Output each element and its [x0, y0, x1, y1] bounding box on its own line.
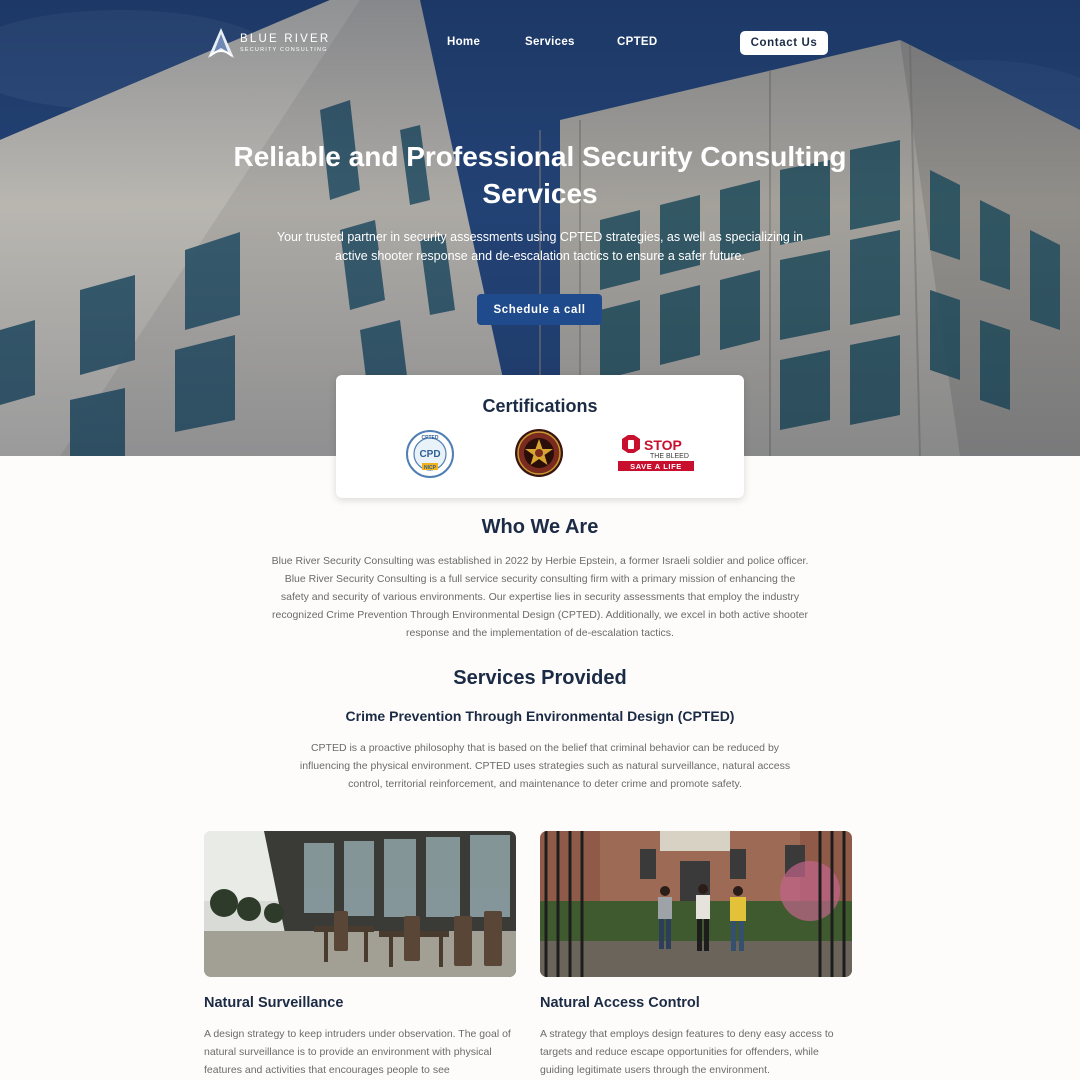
- top-navigation: BLUE RIVER SECURITY CONSULTING Home Serv…: [0, 0, 1080, 86]
- stop-badge-line1: STOP: [644, 437, 682, 453]
- stop-badge-line2: THE BLEED: [650, 453, 689, 460]
- cpted-badge-sub: NICP: [424, 465, 437, 471]
- natural-access-control-image: [540, 831, 852, 977]
- nav-home-link[interactable]: Home: [447, 36, 480, 48]
- logo-subtitle: SECURITY CONSULTING: [240, 46, 328, 53]
- cpted-badge-inner: CPD: [419, 449, 440, 460]
- natural-surveillance-text: A design strategy to keep intruders unde…: [204, 1028, 511, 1076]
- stop-badge-line3: SAVE A LIFE: [630, 462, 682, 471]
- natural-surveillance-title: Natural Surveillance: [204, 995, 344, 1011]
- cpted-description: CPTED is a proactive philosophy that is …: [299, 742, 791, 790]
- logo-mark-icon: [208, 28, 234, 58]
- hero-title: Reliable and Professional Security Consu…: [233, 141, 847, 209]
- who-we-are-text: Blue River Security Consulting was estab…: [271, 555, 809, 639]
- star-seal-badge-icon: [515, 429, 563, 477]
- certifications-title: Certifications: [482, 396, 598, 416]
- natural-access-control-title: Natural Access Control: [540, 995, 700, 1011]
- hero-subtitle: Your trusted partner in security assessm…: [276, 230, 804, 263]
- cpted-subtitle: Crime Prevention Through Environmental D…: [345, 708, 735, 724]
- contact-us-button[interactable]: Contact Us: [740, 31, 828, 55]
- natural-access-control-text: A strategy that employs design features …: [540, 1028, 834, 1076]
- cpted-certification-badge-icon: CPTED CPD NICP: [406, 430, 454, 478]
- nav-cpted-link[interactable]: CPTED: [617, 36, 657, 48]
- services-provided-title: Services Provided: [453, 667, 627, 689]
- logo[interactable]: BLUE RIVER SECURITY CONSULTING: [206, 26, 336, 60]
- nav-services-link[interactable]: Services: [525, 36, 575, 48]
- natural-surveillance-image: [204, 831, 516, 977]
- stop-the-bleed-badge-icon: STOP THE BLEED SAVE A LIFE: [618, 435, 694, 471]
- cpted-badge-label: CPTED: [422, 435, 439, 441]
- schedule-call-button[interactable]: Schedule a call: [477, 294, 602, 325]
- who-we-are-title: Who We Are: [481, 516, 599, 538]
- logo-title: BLUE RIVER: [240, 32, 331, 45]
- certifications-card: Certifications CPTED CPD NICP STOP THE B…: [336, 375, 744, 498]
